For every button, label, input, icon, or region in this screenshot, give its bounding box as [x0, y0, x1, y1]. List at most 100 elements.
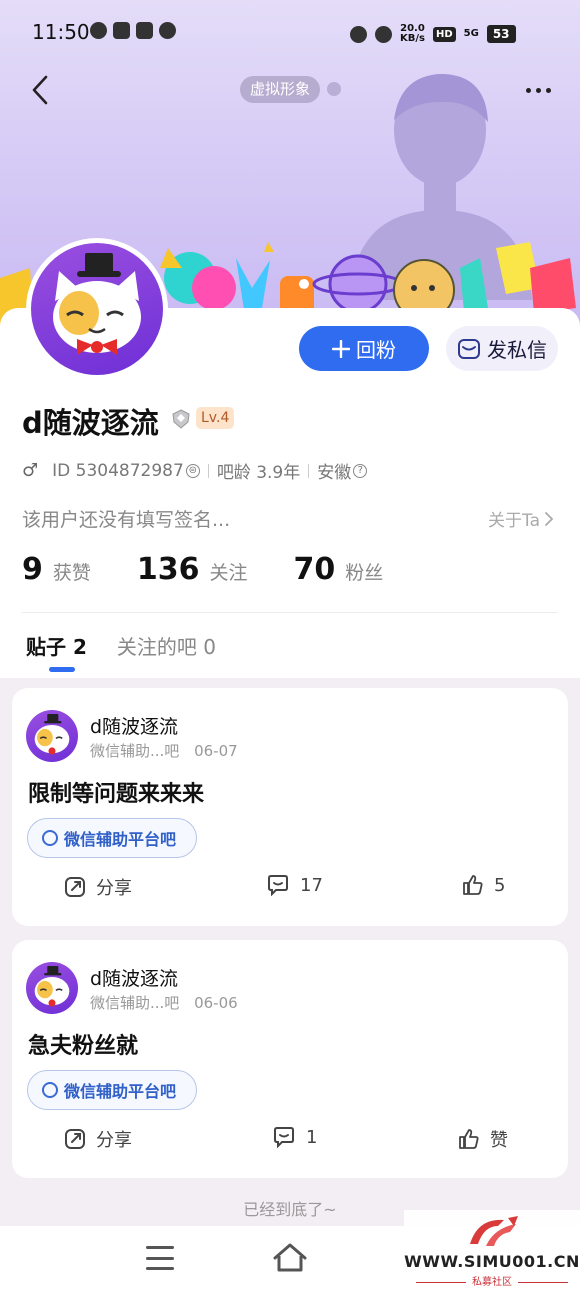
status-bar: 11:50 20.0 KB/s HD 5G 53	[0, 0, 580, 64]
chevron-left-icon	[32, 75, 48, 105]
post-date: 06-06	[194, 994, 238, 1012]
help-icon[interactable]: ?	[353, 463, 368, 478]
thumbs-up-icon	[459, 1129, 479, 1149]
watermark-logo-icon	[470, 1216, 518, 1246]
virtual-avatar-chip[interactable]: 虚拟形象	[240, 76, 321, 103]
cat-avatar-icon	[34, 713, 70, 755]
profile-tabs: 贴子 2 关注的吧 0	[26, 631, 216, 660]
tab-posts[interactable]: 贴子 2	[26, 631, 87, 660]
forum-tag[interactable]: 微信辅助平台吧	[27, 1070, 198, 1110]
male-icon: ♂	[22, 460, 39, 481]
send-message-button[interactable]: 发私信	[446, 326, 558, 371]
stat-label: 关注	[209, 562, 248, 584]
stat-label: 粉丝	[345, 562, 384, 584]
profile-meta: ♂ ID 5304872987 ⊜ 吧龄 3.9年 安徽 ?	[22, 458, 368, 483]
stat-likes[interactable]: 9 获赞	[22, 552, 91, 587]
profile-stats: 9 获赞 136 关注 70 粉丝	[22, 552, 429, 587]
comment-button[interactable]: 17	[266, 874, 323, 896]
forum-tag-label: 微信辅助平台吧	[64, 1082, 177, 1101]
divider	[308, 463, 310, 478]
more-button[interactable]	[516, 72, 560, 108]
like-button[interactable]: 5	[462, 874, 505, 896]
alarm-icon	[159, 22, 176, 39]
stat-label: 获赞	[52, 562, 91, 584]
tab-followed-bars[interactable]: 关注的吧 0	[117, 631, 216, 660]
watermark: WWW.SIMU001.CN 私募社区	[404, 1210, 580, 1293]
share-icon	[65, 1129, 85, 1149]
telegram-icon	[136, 22, 153, 39]
post-title[interactable]: 急夫粉丝就	[28, 1028, 138, 1060]
profile-avatar[interactable]	[26, 238, 168, 380]
forum-icon	[42, 1082, 58, 1098]
level-badge[interactable]: Lv.4	[196, 407, 235, 429]
post-date: 06-07	[194, 742, 238, 760]
share-label: 分享	[96, 1130, 132, 1151]
notification-icons	[90, 22, 176, 39]
alarm-icon	[350, 25, 367, 43]
divider	[207, 463, 209, 478]
like-button[interactable]: 赞	[458, 1126, 508, 1152]
signal-icon: 5G	[463, 28, 479, 39]
shield-badge-icon[interactable]	[170, 408, 192, 430]
stat-fans[interactable]: 70 粉丝	[294, 552, 384, 587]
post-forum: 微信辅助...吧	[90, 994, 180, 1012]
mail-icon	[458, 338, 480, 359]
share-label: 分享	[96, 878, 132, 899]
username: d随波逐流	[22, 406, 159, 440]
follow-back-button[interactable]: 回粉	[299, 326, 429, 371]
stat-number: 136	[136, 552, 200, 587]
status-time: 11:50	[32, 20, 90, 44]
hd-icon: HD	[432, 26, 456, 42]
status-right-icons: 20.0 KB/s HD 5G 53	[350, 24, 516, 44]
cat-avatar-icon	[53, 253, 141, 355]
more-dot-icon	[525, 87, 531, 93]
plus-icon	[332, 339, 350, 358]
copy-icon[interactable]: ⊜	[185, 463, 200, 478]
comment-count: 1	[306, 1126, 318, 1148]
net-speed: 20.0 KB/s	[400, 24, 425, 44]
post-avatar[interactable]	[26, 710, 78, 762]
app-notification-icon	[113, 22, 130, 39]
tab-indicator	[49, 667, 75, 672]
user-id[interactable]: ID 5304872987	[52, 461, 184, 481]
about-link[interactable]: 关于Ta	[488, 506, 554, 531]
more-dot-icon	[545, 87, 551, 93]
home-icon[interactable]	[272, 1242, 308, 1274]
menu-icon[interactable]	[146, 1246, 174, 1270]
stat-number: 9	[22, 552, 43, 587]
post-actions: 分享 17 5	[12, 874, 568, 904]
post-card[interactable]: d随波逐流 微信辅助...吧 06-07 限制等问题来来来 微信辅助平台吧 分享…	[12, 688, 568, 926]
post-author[interactable]: d随波逐流	[90, 964, 178, 991]
comment-icon	[268, 875, 288, 896]
back-button[interactable]	[22, 72, 58, 108]
mute-icon	[375, 25, 392, 43]
section-divider	[22, 612, 558, 613]
wechat-icon	[90, 22, 107, 39]
post-meta: 微信辅助...吧 06-07	[90, 740, 238, 761]
post-actions: 分享 1 赞	[12, 1126, 568, 1156]
share-icon	[65, 877, 85, 897]
comment-icon	[274, 1127, 294, 1148]
cat-avatar-icon	[34, 965, 70, 1007]
post-meta: 微信辅助...吧 06-06	[90, 992, 238, 1013]
comment-button[interactable]: 1	[272, 1126, 317, 1148]
forum-tag[interactable]: 微信辅助平台吧	[27, 818, 198, 858]
post-card[interactable]: d随波逐流 微信辅助...吧 06-06 急夫粉丝就 微信辅助平台吧 分享 1	[12, 940, 568, 1178]
signature: 该用户还没有填写签名...	[22, 509, 231, 531]
post-author[interactable]: d随波逐流	[90, 712, 178, 739]
send-message-label: 发私信	[487, 338, 547, 362]
post-forum: 微信辅助...吧	[90, 742, 180, 760]
comment-count: 17	[300, 874, 323, 896]
chevron-right-icon	[545, 511, 554, 526]
chip-indicator	[327, 82, 341, 96]
location: 安徽	[317, 463, 352, 483]
forum-tag-label: 微信辅助平台吧	[64, 830, 177, 849]
thumbs-up-icon	[463, 875, 483, 895]
about-label: 关于Ta	[488, 511, 540, 531]
watermark-site: WWW.SIMU001.CN	[404, 1252, 580, 1271]
share-button[interactable]: 分享	[64, 874, 132, 900]
stat-following[interactable]: 136 关注	[137, 552, 248, 587]
share-button[interactable]: 分享	[64, 1126, 132, 1152]
post-avatar[interactable]	[26, 962, 78, 1014]
post-title[interactable]: 限制等问题来来来	[28, 776, 204, 808]
